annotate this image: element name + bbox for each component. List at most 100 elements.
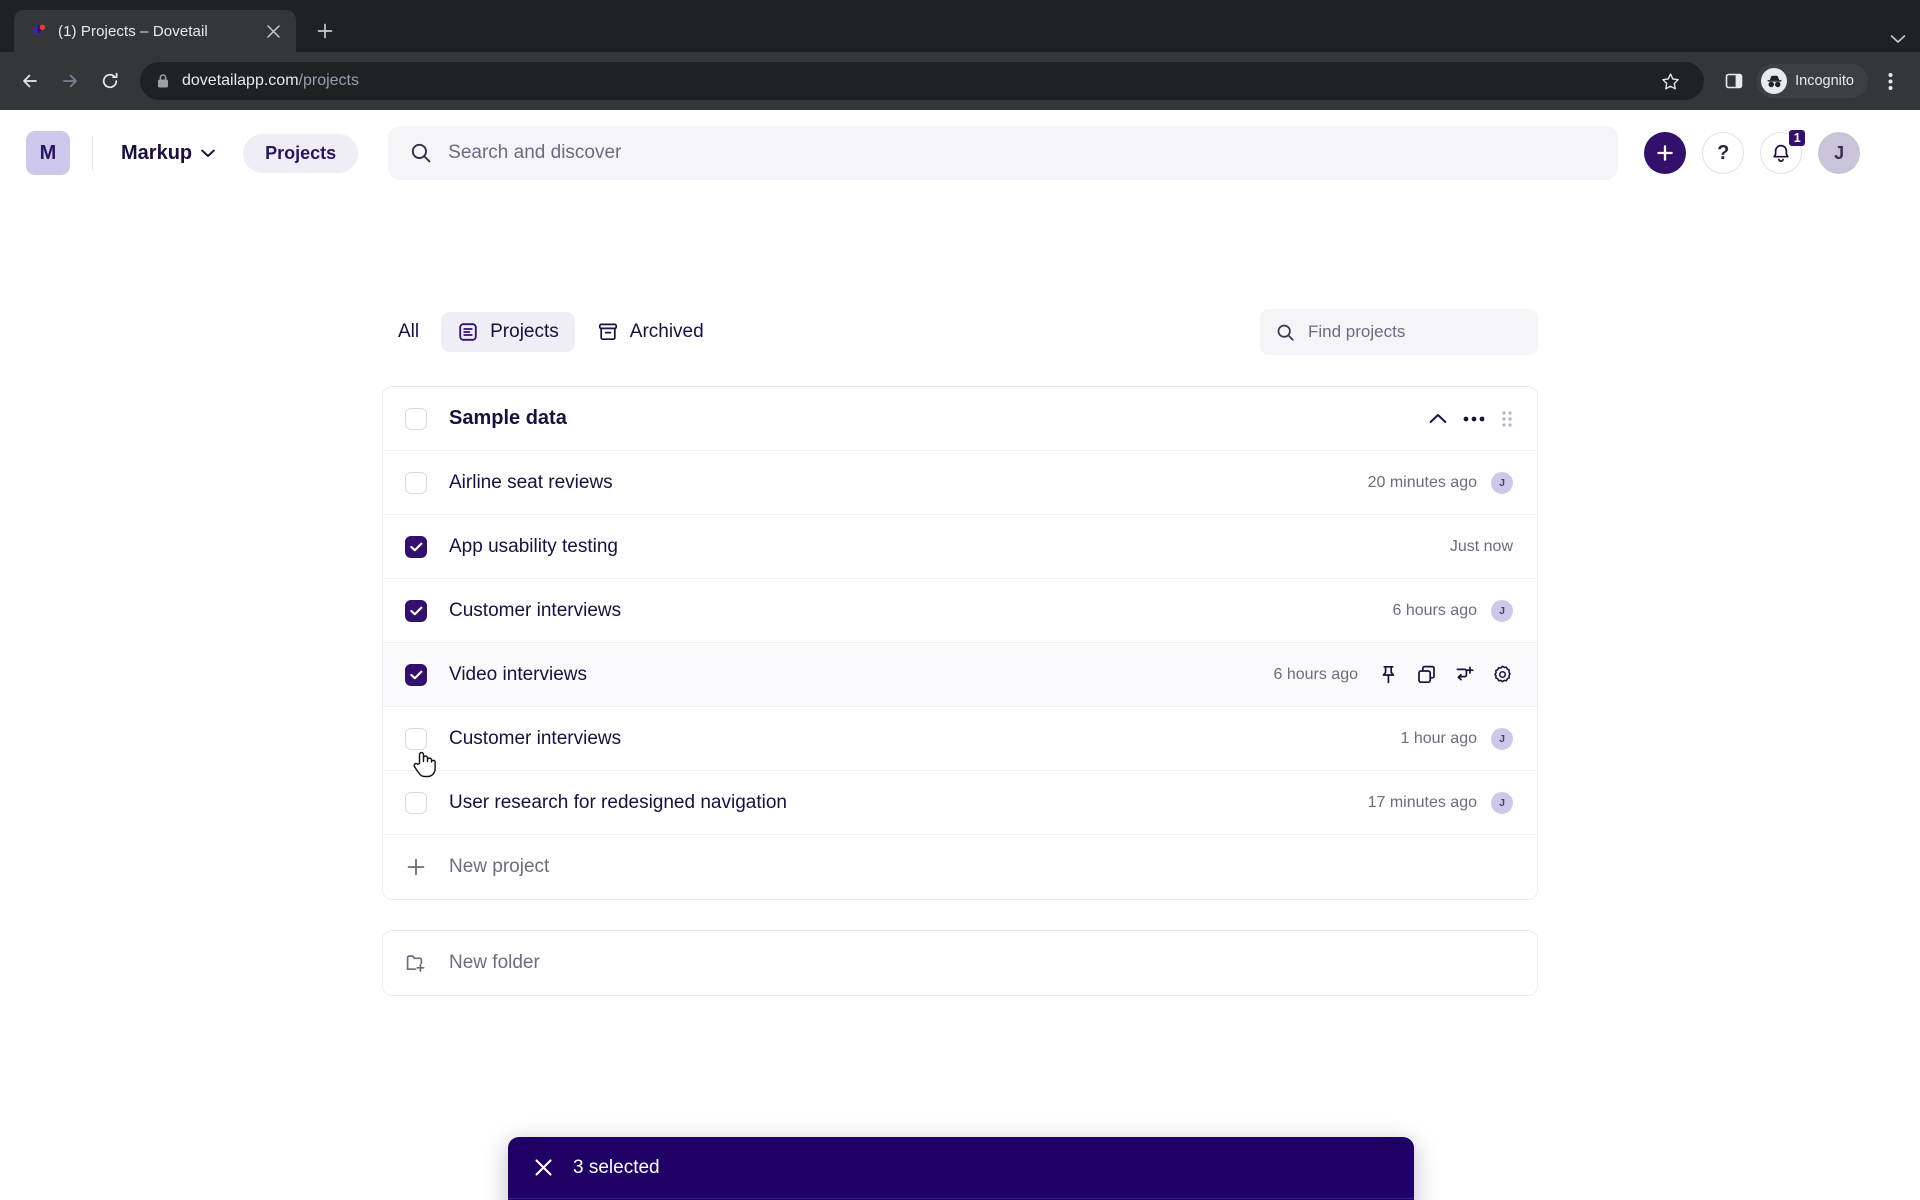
row-checkbox[interactable] (405, 471, 427, 494)
more-horizontal-icon[interactable] (1463, 416, 1485, 422)
move-to-icon[interactable] (1454, 664, 1475, 685)
url-domain: dovetailapp.com (182, 72, 299, 89)
avatar: J (1491, 599, 1513, 622)
view-tabs: All Projects Archived (382, 312, 720, 352)
row-meta: 6 hours ago (1273, 664, 1513, 685)
header-actions: ? 1 J (1644, 128, 1861, 174)
row-checkbox[interactable] (405, 791, 427, 814)
search-icon (410, 142, 432, 164)
incognito-indicator[interactable]: Incognito (1756, 64, 1868, 98)
row-checkbox[interactable] (405, 727, 427, 750)
table-row[interactable]: User research for redesigned navigation … (383, 771, 1537, 835)
global-search-placeholder: Search and discover (448, 142, 622, 163)
workspace-name-label: Markup (121, 141, 193, 164)
close-icon[interactable] (534, 1158, 553, 1177)
new-tab-button[interactable] (308, 14, 342, 48)
table-row[interactable]: Airline seat reviews 20 minutes ago J (383, 451, 1537, 515)
row-checkbox[interactable] (405, 599, 427, 622)
browser-window: (1) Projects – Dovetail dovetailapp.com/… (0, 0, 1920, 1200)
forward-arrow-icon[interactable] (52, 63, 88, 99)
table-row[interactable]: Video interviews 6 hours ago (383, 643, 1537, 707)
folder-header: Sample data (383, 387, 1537, 451)
project-timestamp: 1 hour ago (1400, 729, 1477, 747)
duplicate-icon[interactable] (1416, 664, 1437, 685)
project-name: Customer interviews (449, 727, 622, 749)
project-timestamp: 6 hours ago (1273, 665, 1358, 683)
chevron-up-icon[interactable] (1429, 413, 1447, 424)
three-dot-menu-icon[interactable] (1872, 63, 1908, 99)
browser-tab-title: (1) Projects – Dovetail (58, 22, 208, 40)
row-checkbox[interactable] (405, 535, 427, 558)
table-row[interactable]: Customer interviews 1 hour ago J (383, 707, 1537, 771)
header-projects-pill[interactable]: Projects (243, 133, 359, 173)
new-folder-button[interactable]: New folder (383, 931, 1537, 995)
dovetail-app: M Markup Projects Search and discover ? … (0, 110, 1920, 1200)
folder-checkbox[interactable] (405, 407, 427, 430)
row-meta: 1 hour ago J (1400, 727, 1513, 750)
search-icon (1276, 323, 1295, 342)
lock-icon (156, 73, 170, 89)
star-icon[interactable] (1652, 63, 1688, 99)
plus-icon (405, 856, 427, 878)
new-folder-label: New folder (449, 952, 540, 973)
browser-tabstrip: (1) Projects – Dovetail (0, 0, 1920, 52)
tabstrip-menu-button[interactable] (1890, 34, 1920, 52)
project-name: User research for redesigned navigation (449, 791, 787, 813)
address-bar-right-icons (1652, 63, 1688, 99)
back-arrow-icon[interactable] (12, 63, 48, 99)
new-project-button[interactable]: New project (383, 835, 1537, 899)
incognito-icon (1761, 68, 1788, 94)
add-button[interactable] (1644, 132, 1687, 174)
selection-count: 3 selected (573, 1156, 660, 1178)
project-name: Video interviews (449, 663, 588, 685)
settings-gear-icon[interactable] (1492, 664, 1513, 685)
avatar: J (1491, 791, 1513, 814)
tab-projects-label: Projects (490, 321, 559, 342)
row-checkbox[interactable] (405, 663, 427, 686)
new-project-label: New project (449, 856, 550, 877)
side-panel-icon[interactable] (1716, 63, 1752, 99)
project-timestamp: 20 minutes ago (1367, 473, 1477, 491)
user-avatar[interactable]: J (1818, 132, 1861, 174)
avatar: J (1491, 727, 1513, 750)
incognito-label: Incognito (1795, 73, 1854, 89)
dovetail-logo-icon (30, 22, 48, 40)
tab-projects[interactable]: Projects (441, 312, 575, 352)
reload-icon[interactable] (92, 63, 128, 99)
app-content: All Projects Archived Find projects Samp… (0, 196, 1920, 1200)
global-search-input[interactable]: Search and discover (388, 126, 1619, 180)
archive-icon (597, 321, 619, 343)
url-path: /projects (298, 72, 359, 89)
help-button[interactable]: ? (1702, 132, 1745, 174)
table-row[interactable]: Customer interviews 6 hours ago J (383, 579, 1537, 643)
tab-archived[interactable]: Archived (581, 312, 720, 352)
help-icon: ? (1717, 141, 1730, 164)
projects-page: All Projects Archived Find projects Samp… (382, 308, 1538, 1200)
workspace-switcher[interactable]: Markup (115, 135, 221, 172)
find-projects-input[interactable]: Find projects (1260, 309, 1538, 355)
row-meta: 20 minutes ago J (1367, 471, 1513, 494)
folder-actions (1429, 410, 1513, 428)
row-meta: 17 minutes ago J (1368, 791, 1513, 814)
header-divider (92, 136, 93, 170)
close-icon[interactable] (262, 20, 284, 42)
selection-action-bar: 3 selected Pin Move to (508, 1137, 1414, 1200)
workspace-avatar[interactable]: M (26, 131, 70, 175)
project-timestamp: Just now (1449, 537, 1513, 555)
tab-all[interactable]: All (382, 312, 435, 352)
drag-handle-icon[interactable] (1501, 410, 1513, 428)
folder-name: Sample data (449, 407, 567, 429)
table-row[interactable]: App usability testing Just now (383, 515, 1537, 579)
address-bar-url: dovetailapp.com/projects (182, 72, 359, 90)
notifications-button[interactable]: 1 (1760, 128, 1808, 174)
browser-tab[interactable]: (1) Projects – Dovetail (14, 10, 296, 52)
app-header: M Markup Projects Search and discover ? … (0, 110, 1920, 196)
row-meta: 6 hours ago J (1392, 599, 1513, 622)
pin-icon[interactable] (1378, 664, 1399, 685)
tab-archived-label: Archived (629, 321, 704, 342)
project-name: Customer interviews (449, 599, 622, 621)
address-bar[interactable]: dovetailapp.com/projects (140, 62, 1705, 100)
row-hover-actions (1378, 664, 1513, 685)
notification-badge: 1 (1787, 128, 1808, 148)
projects-toolbar: All Projects Archived Find projects (382, 308, 1538, 356)
